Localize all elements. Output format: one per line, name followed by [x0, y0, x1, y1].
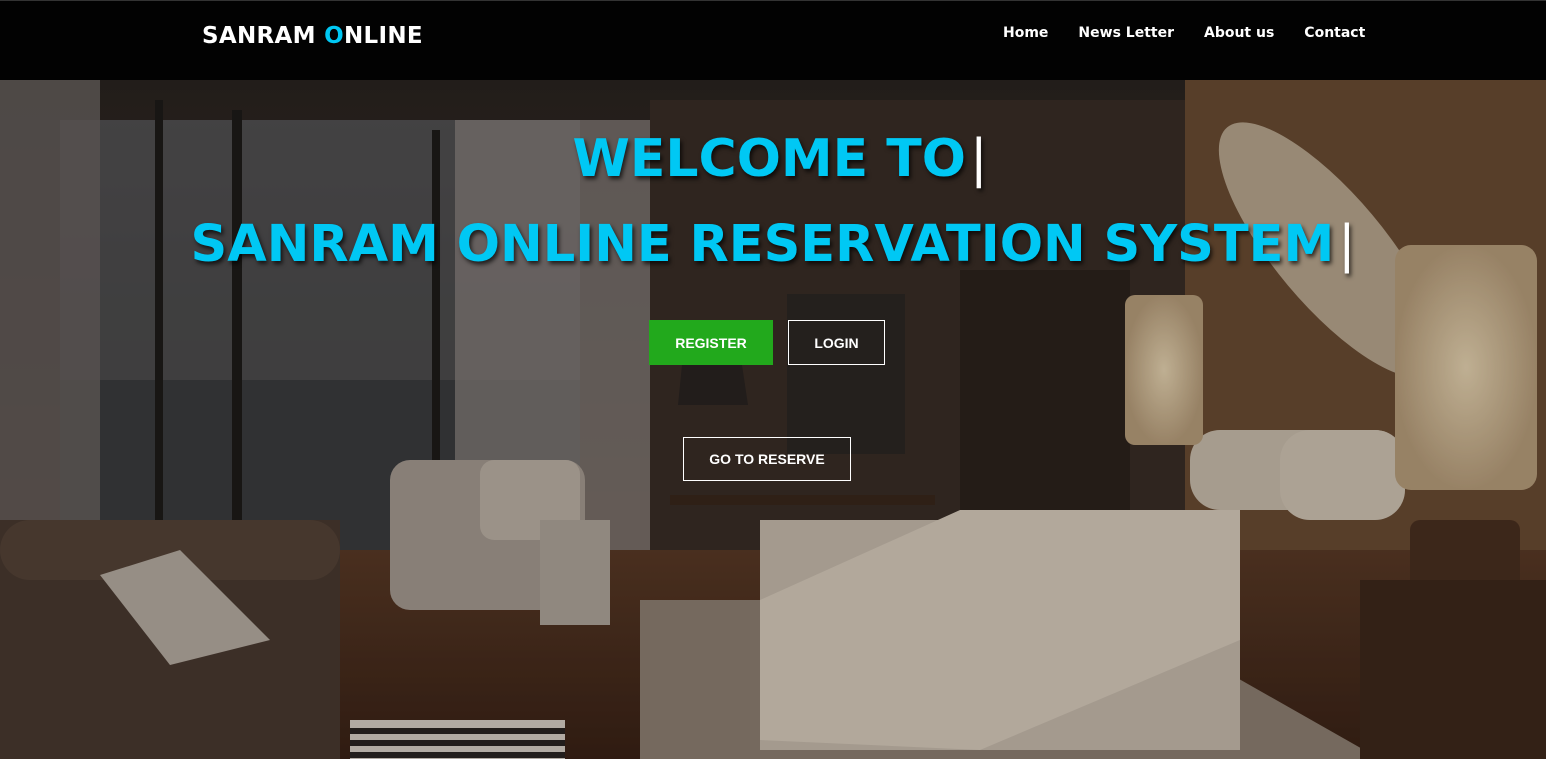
hero-headline-system: SANRAM ONLINE RESERVATION SYSTEM|	[0, 214, 1546, 276]
top-navbar: SANRAM ONLINE Home News Letter About us …	[0, 0, 1546, 80]
nav-newsletter-link[interactable]: News Letter	[1078, 24, 1174, 42]
brand-logo[interactable]: SANRAM ONLINE	[202, 23, 423, 49]
typing-caret: |	[1338, 215, 1356, 274]
register-button[interactable]: REGISTER	[649, 320, 773, 365]
brand-suffix: NLINE	[343, 23, 423, 49]
go-to-reserve-button[interactable]: GO TO RESERVE	[683, 437, 851, 481]
hero-line1-text: WELCOME TO	[572, 129, 966, 189]
nav-about-link[interactable]: About us	[1204, 24, 1274, 42]
nav-contact-link[interactable]: Contact	[1304, 24, 1365, 42]
hero-line2-text: SANRAM ONLINE RESERVATION SYSTEM	[190, 215, 1335, 274]
main-nav: Home News Letter About us Contact	[1003, 24, 1395, 42]
brand-prefix: SANRAM	[202, 23, 325, 49]
typing-caret: |	[969, 129, 988, 189]
nav-home-link[interactable]: Home	[1003, 24, 1048, 42]
hero-headline-welcome: WELCOME TO|	[0, 128, 1546, 190]
brand-accent-letter: O	[324, 23, 344, 49]
login-button[interactable]: LOGIN	[788, 320, 885, 365]
hero-section: WELCOME TO| SANRAM ONLINE RESERVATION SY…	[0, 80, 1546, 759]
